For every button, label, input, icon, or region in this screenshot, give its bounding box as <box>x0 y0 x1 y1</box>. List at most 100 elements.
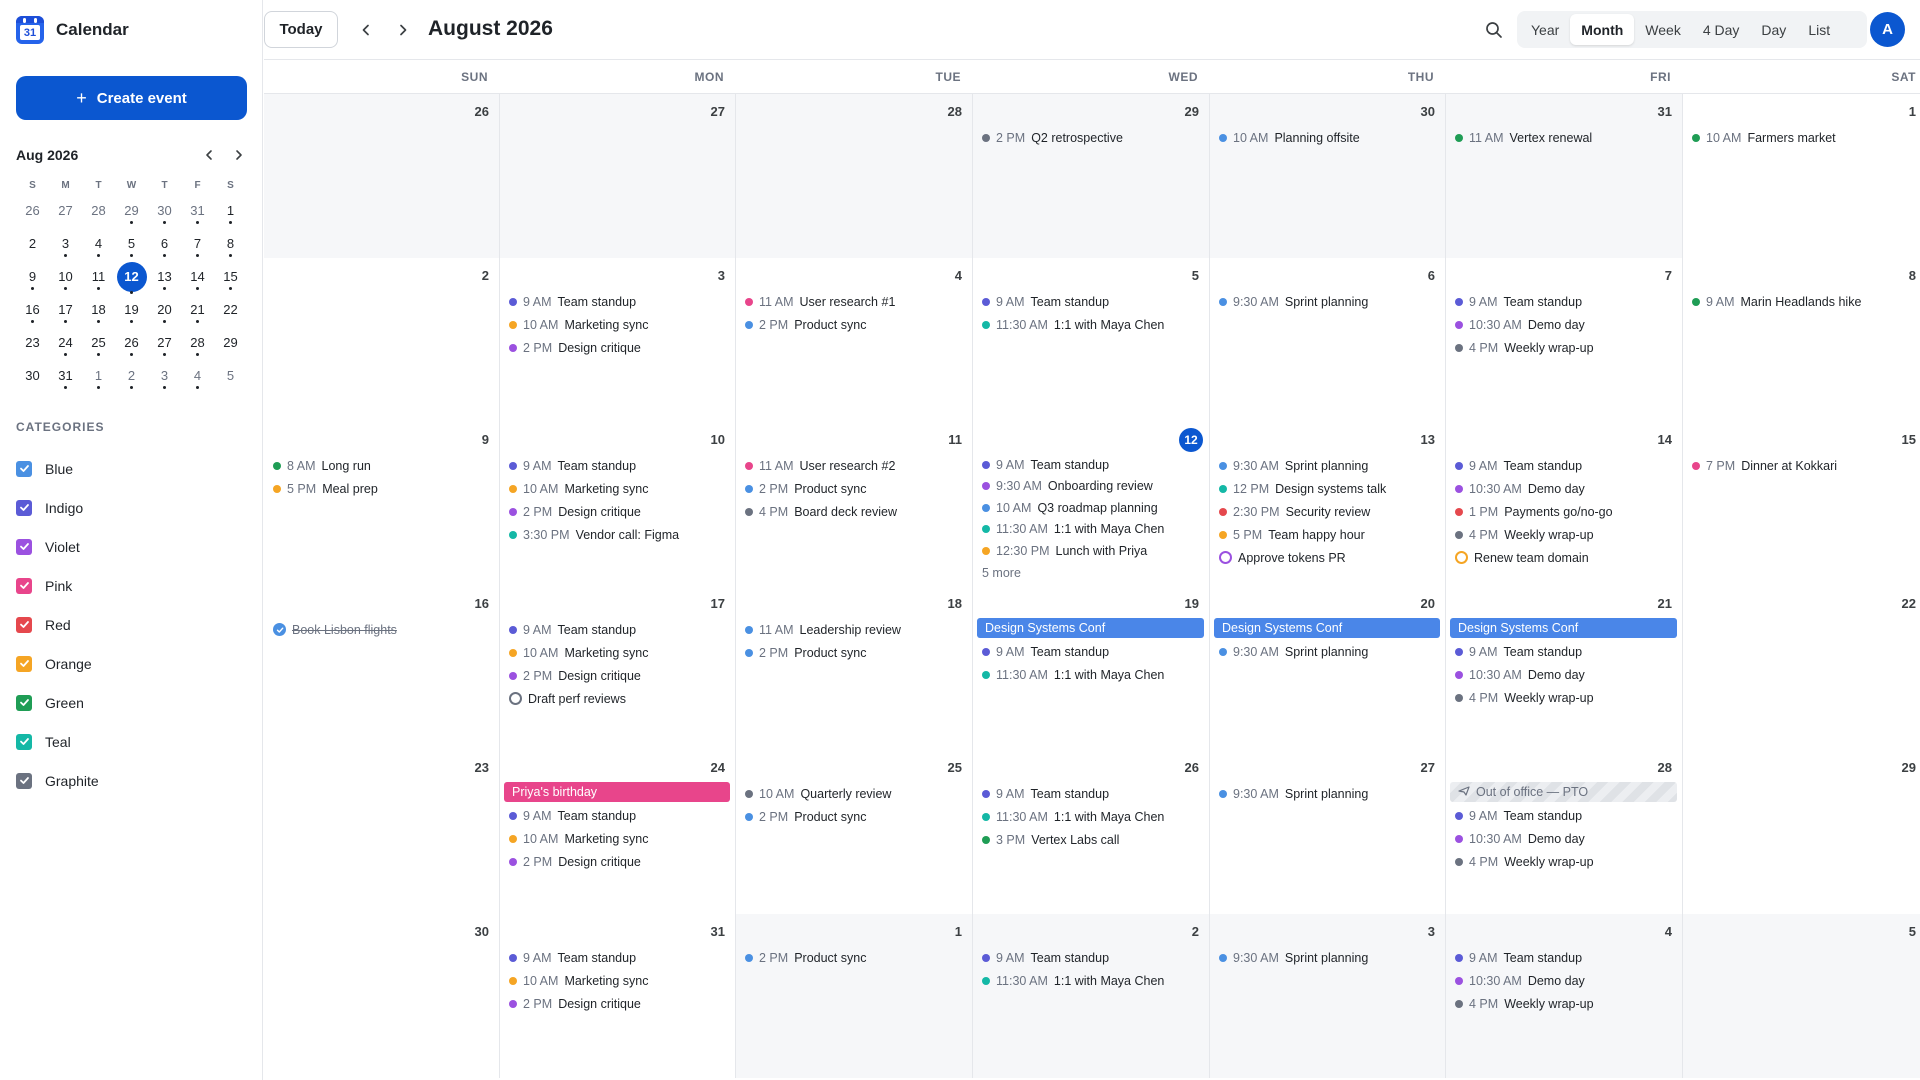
day-cell[interactable]: 2 9 AM Team standup 11:30 AM 1:1 with Maya C… <box>973 914 1210 1078</box>
mini-day[interactable]: 27 <box>49 194 82 227</box>
category-indigo[interactable]: Indigo <box>16 488 247 527</box>
event-item[interactable]: 9 AM Team standup <box>982 454 1204 476</box>
event-item[interactable]: 9 AM Team standup <box>509 804 730 827</box>
event-item[interactable]: 4 PM Weekly wrap-up <box>1455 336 1677 359</box>
day-cell[interactable]: 5 <box>1683 914 1920 1078</box>
event-item[interactable]: 10 AM Marketing sync <box>509 313 730 336</box>
event-item[interactable]: 9 AM Team standup <box>1455 804 1677 827</box>
event-item[interactable]: 10 AM Farmers market <box>1692 126 1915 149</box>
event-item[interactable]: 9 AM Team standup <box>509 290 730 313</box>
day-cell[interactable]: 4 11 AM User research #1 2 PM Product sync <box>736 258 973 422</box>
mini-day[interactable]: 11 <box>82 260 115 293</box>
event-item[interactable]: 2 PM Product sync <box>745 313 967 336</box>
day-cell[interactable]: 3 9:30 AM Sprint planning <box>1210 914 1446 1078</box>
event-item[interactable]: 2:30 PM Security review <box>1219 500 1440 523</box>
category-red[interactable]: Red <box>16 605 247 644</box>
day-cell[interactable]: 29 <box>1683 750 1920 914</box>
event-item[interactable]: 5 PM Meal prep <box>273 477 494 500</box>
day-cell[interactable]: 20 Design Systems Conf 9:30 AM Sprint plann… <box>1210 586 1446 750</box>
event-item[interactable]: 9:30 AM Onboarding review <box>982 476 1204 498</box>
mini-day[interactable]: 13 <box>148 260 181 293</box>
day-cell[interactable]: 6 9:30 AM Sprint planning <box>1210 258 1446 422</box>
day-cell[interactable]: 29 2 PM Q2 retrospective <box>973 94 1210 258</box>
day-cell[interactable]: 10 9 AM Team standup 10 AM Marketing sync 2 P… <box>500 422 736 586</box>
event-item[interactable]: 10 AM Marketing sync <box>509 641 730 664</box>
checkbox-checked-icon[interactable] <box>16 772 32 789</box>
event-item[interactable]: 10:30 AM Demo day <box>1455 827 1677 850</box>
day-cell[interactable]: 27 <box>500 94 736 258</box>
mini-day[interactable]: 31 <box>49 359 82 392</box>
event-item[interactable]: 11:30 AM 1:1 with Maya Chen <box>982 663 1204 686</box>
mini-day[interactable]: 4 <box>82 227 115 260</box>
event-item[interactable]: 9:30 AM Sprint planning <box>1219 782 1440 805</box>
mini-day[interactable]: 15 <box>214 260 247 293</box>
mini-day[interactable]: 26 <box>115 326 148 359</box>
mini-day[interactable]: 20 <box>148 293 181 326</box>
mini-day[interactable]: 3 <box>148 359 181 392</box>
event-item[interactable]: 3:30 PM Vendor call: Figma <box>509 523 730 546</box>
task-circle-icon[interactable] <box>1219 551 1232 564</box>
view-week-button[interactable]: Week <box>1634 14 1692 45</box>
view-day-button[interactable]: Day <box>1750 14 1797 45</box>
mini-day[interactable]: 28 <box>82 194 115 227</box>
event-item[interactable]: 9 AM Team standup <box>509 454 730 477</box>
view-month-button[interactable]: Month <box>1570 14 1635 45</box>
day-cell[interactable]: 16 Book Lisbon flights <box>264 586 500 750</box>
all-day-event-bar[interactable]: Design Systems Conf <box>1450 618 1677 638</box>
mini-day[interactable]: 21 <box>181 293 214 326</box>
checkbox-checked-icon[interactable] <box>16 538 32 555</box>
event-item[interactable]: 11:30 AM 1:1 with Maya Chen <box>982 805 1204 828</box>
day-cell[interactable]: 28 <box>736 94 973 258</box>
event-item[interactable]: 9 AM Team standup <box>982 640 1204 663</box>
all-day-event-bar[interactable]: Design Systems Conf <box>1214 618 1440 638</box>
checkbox-checked-icon[interactable] <box>16 460 32 477</box>
app-brand[interactable]: 31 Calendar <box>16 16 129 44</box>
event-item[interactable]: 10 AM Marketing sync <box>509 477 730 500</box>
event-item[interactable]: 2 PM Product sync <box>745 641 967 664</box>
event-item[interactable]: 9 AM Team standup <box>1455 290 1677 313</box>
task-item[interactable]: Draft perf reviews <box>509 687 730 710</box>
event-item[interactable]: 9:30 AM Sprint planning <box>1219 454 1440 477</box>
task-circle-icon[interactable] <box>1455 551 1468 564</box>
event-item[interactable]: 11 AM Leadership review <box>745 618 967 641</box>
mini-next-month-button[interactable] <box>231 147 247 163</box>
checkbox-checked-icon[interactable] <box>16 616 32 633</box>
category-violet[interactable]: Violet <box>16 527 247 566</box>
task-item[interactable]: Renew team domain <box>1455 546 1677 569</box>
task-circle-icon[interactable] <box>509 692 522 705</box>
event-item[interactable]: 2 PM Product sync <box>745 477 967 500</box>
event-item[interactable]: 9 AM Team standup <box>1455 454 1677 477</box>
category-green[interactable]: Green <box>16 683 247 722</box>
mini-day[interactable]: 9 <box>16 260 49 293</box>
day-cell[interactable]: 13 9:30 AM Sprint planning 12 PM Design syst… <box>1210 422 1446 586</box>
event-item[interactable]: 9 AM Marin Headlands hike <box>1692 290 1915 313</box>
event-item[interactable]: 9 AM Team standup <box>982 290 1204 313</box>
user-avatar[interactable]: A <box>1870 12 1905 47</box>
task-item[interactable]: Book Lisbon flights <box>273 618 494 641</box>
event-item[interactable]: 10:30 AM Demo day <box>1455 969 1677 992</box>
mini-day[interactable]: 26 <box>16 194 49 227</box>
day-cell[interactable]: 25 10 AM Quarterly review 2 PM Product sync <box>736 750 973 914</box>
mini-day[interactable]: 17 <box>49 293 82 326</box>
event-item[interactable]: 9 AM Team standup <box>509 946 730 969</box>
day-cell[interactable]: 9 8 AM Long run 5 PM Meal prep <box>264 422 500 586</box>
today-button[interactable]: Today <box>264 11 338 48</box>
day-cell[interactable]: 31 11 AM Vertex renewal <box>1446 94 1683 258</box>
day-cell[interactable]: 1 10 AM Farmers market <box>1683 94 1920 258</box>
day-cell[interactable]: 3 9 AM Team standup 10 AM Marketing sync 2 PM… <box>500 258 736 422</box>
category-pink[interactable]: Pink <box>16 566 247 605</box>
event-item[interactable]: 2 PM Design critique <box>509 336 730 359</box>
day-cell[interactable]: 21 Design Systems Conf 9 AM Team standup 10:… <box>1446 586 1683 750</box>
mini-day[interactable]: 23 <box>16 326 49 359</box>
mini-day[interactable]: 10 <box>49 260 82 293</box>
event-item[interactable]: 10:30 AM Demo day <box>1455 477 1677 500</box>
view-year-button[interactable]: Year <box>1520 14 1570 45</box>
prev-month-button[interactable] <box>356 20 376 40</box>
mini-day[interactable]: 7 <box>181 227 214 260</box>
view-list-button[interactable]: List <box>1797 14 1841 45</box>
mini-day[interactable]: 18 <box>82 293 115 326</box>
event-item[interactable]: 10:30 AM Demo day <box>1455 313 1677 336</box>
event-item[interactable]: 11:30 AM 1:1 with Maya Chen <box>982 313 1204 336</box>
category-teal[interactable]: Teal <box>16 722 247 761</box>
event-item[interactable]: 2 PM Design critique <box>509 500 730 523</box>
